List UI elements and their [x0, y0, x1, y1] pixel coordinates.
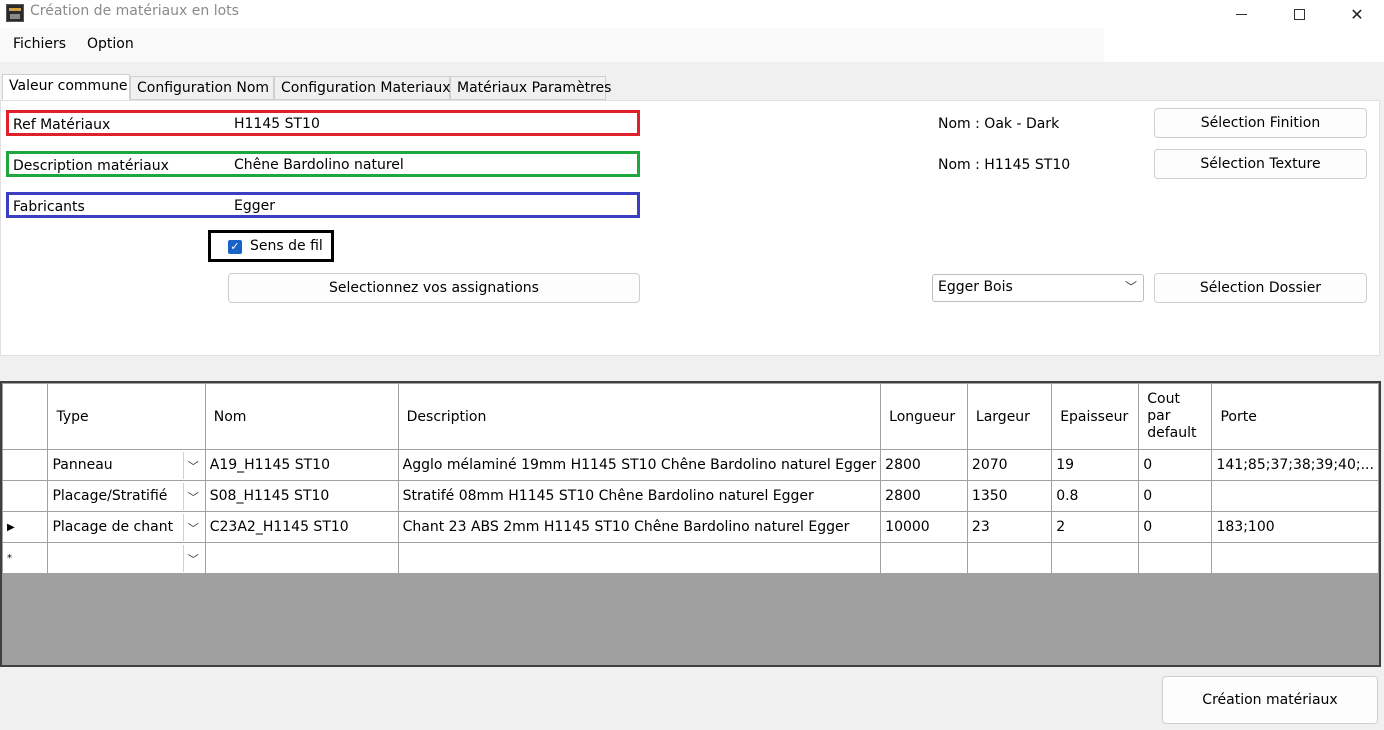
table-row[interactable]: Panneau ﹀ A19_H1145 ST10 Agglo mélaminé 1…: [1, 449, 1379, 481]
minimize-icon: [1235, 13, 1247, 15]
nom-cell[interactable]: S08_H1145 ST10: [204, 480, 399, 512]
col-header-description[interactable]: Description: [397, 383, 882, 450]
type-value: Placage/Stratifié: [52, 488, 168, 504]
sens-de-fil-checkbox[interactable]: ✓: [228, 240, 242, 254]
porte-cell[interactable]: 183;100: [1211, 511, 1379, 543]
fabricants-row: Fabricants: [6, 192, 640, 218]
description-input[interactable]: [231, 154, 639, 176]
tab-materiaux-parametres[interactable]: Matériaux Paramètres: [450, 76, 611, 100]
description-cell[interactable]: Agglo mélaminé 19mm H1145 ST10 Chêne Bar…: [397, 449, 882, 481]
app-icon: [6, 4, 24, 22]
largeur-cell[interactable]: [966, 542, 1053, 574]
chevron-down-icon[interactable]: ﹀: [182, 452, 203, 479]
nom-finition-text: Nom : Oak - Dark: [938, 116, 1060, 132]
tab-configuration-nom[interactable]: Configuration Nom: [130, 76, 274, 100]
selection-dossier-button[interactable]: Sélection Dossier: [1154, 273, 1367, 303]
largeur-cell[interactable]: 23: [966, 511, 1053, 543]
new-row[interactable]: * ﹀: [1, 542, 1379, 574]
sens-de-fil-group: ✓ Sens de fil: [208, 230, 334, 262]
cout-cell[interactable]: 0: [1138, 480, 1213, 512]
selection-assignations-button[interactable]: Selectionnez vos assignations: [228, 273, 640, 303]
description-label: Description matériaux: [13, 158, 169, 174]
largeur-cell[interactable]: 1350: [966, 480, 1053, 512]
ref-materiaux-label: Ref Matériaux: [13, 117, 111, 133]
type-value: Placage de chant: [52, 519, 174, 535]
cout-cell[interactable]: 0: [1138, 449, 1213, 481]
close-button[interactable]: ✕: [1334, 0, 1380, 28]
maximize-button[interactable]: [1276, 0, 1322, 28]
check-icon: ✓: [230, 240, 240, 253]
close-icon: ✕: [1350, 4, 1364, 24]
folder-select[interactable]: Egger Bois ﹀: [932, 274, 1144, 302]
selection-texture-button[interactable]: Sélection Texture: [1154, 149, 1367, 179]
selection-finition-button[interactable]: Sélection Finition: [1154, 108, 1367, 138]
description-cell[interactable]: Stratifé 08mm H1145 ST10 Chêne Bardolino…: [397, 480, 882, 512]
longueur-cell[interactable]: 2800: [880, 449, 968, 481]
nom-cell[interactable]: C23A2_H1145 ST10: [204, 511, 399, 543]
row-marker[interactable]: ▶: [1, 511, 49, 543]
cout-cell[interactable]: [1138, 542, 1213, 574]
col-header-type[interactable]: Type: [47, 383, 206, 450]
largeur-cell[interactable]: 2070: [966, 449, 1053, 481]
epaisseur-cell[interactable]: 2: [1051, 511, 1140, 543]
cout-cell[interactable]: 0: [1138, 511, 1213, 543]
porte-cell[interactable]: [1211, 542, 1379, 574]
epaisseur-cell[interactable]: 0.8: [1051, 480, 1140, 512]
type-cell[interactable]: ﹀: [47, 542, 206, 574]
longueur-cell[interactable]: [880, 542, 968, 574]
nom-cell[interactable]: A19_H1145 ST10: [204, 449, 399, 481]
ref-materiaux-input[interactable]: [231, 113, 639, 135]
folder-select-value: Egger Bois: [938, 279, 1013, 295]
menu-option[interactable]: Option: [87, 36, 134, 52]
description-cell[interactable]: [397, 542, 882, 574]
chevron-down-icon[interactable]: ﹀: [182, 545, 203, 572]
table-header-row: Type Nom Description Longueur Largeur Ep…: [1, 383, 1379, 450]
type-cell[interactable]: Placage de chant ﹀: [47, 511, 206, 543]
type-cell[interactable]: Panneau ﹀: [47, 449, 206, 481]
valeur-commune-panel: [0, 100, 1380, 356]
longueur-cell[interactable]: 10000: [880, 511, 968, 543]
creation-materiaux-button[interactable]: Création matériaux: [1162, 676, 1378, 724]
col-header-cout[interactable]: Cout par default: [1138, 383, 1213, 450]
tab-configuration-materiaux[interactable]: Configuration Materiaux: [274, 76, 451, 100]
materials-grid: Type Nom Description Longueur Largeur Ep…: [0, 381, 1381, 667]
table-row[interactable]: Placage/Stratifié ﹀ S08_H1145 ST10 Strati…: [1, 480, 1379, 512]
type-value: Panneau: [52, 457, 113, 473]
col-header-epaisseur[interactable]: Epaisseur: [1051, 383, 1140, 450]
col-header-nom[interactable]: Nom: [204, 383, 399, 450]
type-cell[interactable]: Placage/Stratifié ﹀: [47, 480, 206, 512]
title-bar: Création de matériaux en lots ✕: [0, 0, 1384, 28]
col-header-longueur[interactable]: Longueur: [880, 383, 968, 450]
nom-texture-text: Nom : H1145 ST10: [938, 157, 1071, 173]
fabricants-label: Fabricants: [13, 199, 85, 215]
maximize-icon: [1293, 8, 1305, 20]
epaisseur-cell[interactable]: 19: [1051, 449, 1140, 481]
chevron-down-icon[interactable]: ﹀: [182, 514, 203, 541]
row-marker[interactable]: *: [1, 542, 49, 574]
porte-cell[interactable]: [1211, 480, 1379, 512]
sens-de-fil-label[interactable]: Sens de fil: [250, 238, 323, 254]
porte-cell[interactable]: 141;85;37;38;39;40;...: [1211, 449, 1379, 481]
row-header-corner: [1, 383, 49, 450]
fabricants-input[interactable]: [231, 195, 639, 217]
row-marker[interactable]: [1, 449, 49, 481]
col-header-porte[interactable]: Porte: [1211, 383, 1379, 450]
longueur-cell[interactable]: 2800: [880, 480, 968, 512]
tab-valeur-commune[interactable]: Valeur commune: [2, 74, 130, 100]
ref-materiaux-row: Ref Matériaux: [6, 110, 640, 136]
description-cell[interactable]: Chant 23 ABS 2mm H1145 ST10 Chêne Bardol…: [397, 511, 882, 543]
chevron-down-icon: ﹀: [1124, 280, 1137, 294]
materials-table: Type Nom Description Longueur Largeur Ep…: [1, 383, 1379, 574]
row-marker[interactable]: [1, 480, 49, 512]
chevron-down-icon[interactable]: ﹀: [182, 483, 203, 510]
epaisseur-cell[interactable]: [1051, 542, 1140, 574]
minimize-button[interactable]: [1218, 0, 1264, 28]
menu-bar: Fichiers Option: [0, 28, 1384, 62]
menu-fichiers[interactable]: Fichiers: [13, 36, 66, 52]
description-row: Description matériaux: [6, 151, 640, 177]
col-header-largeur[interactable]: Largeur: [966, 383, 1053, 450]
nom-cell[interactable]: [204, 542, 399, 574]
table-row[interactable]: ▶ Placage de chant ﹀ C23A2_H1145 ST10 Cha…: [1, 511, 1379, 543]
window-title: Création de matériaux en lots: [30, 3, 239, 19]
